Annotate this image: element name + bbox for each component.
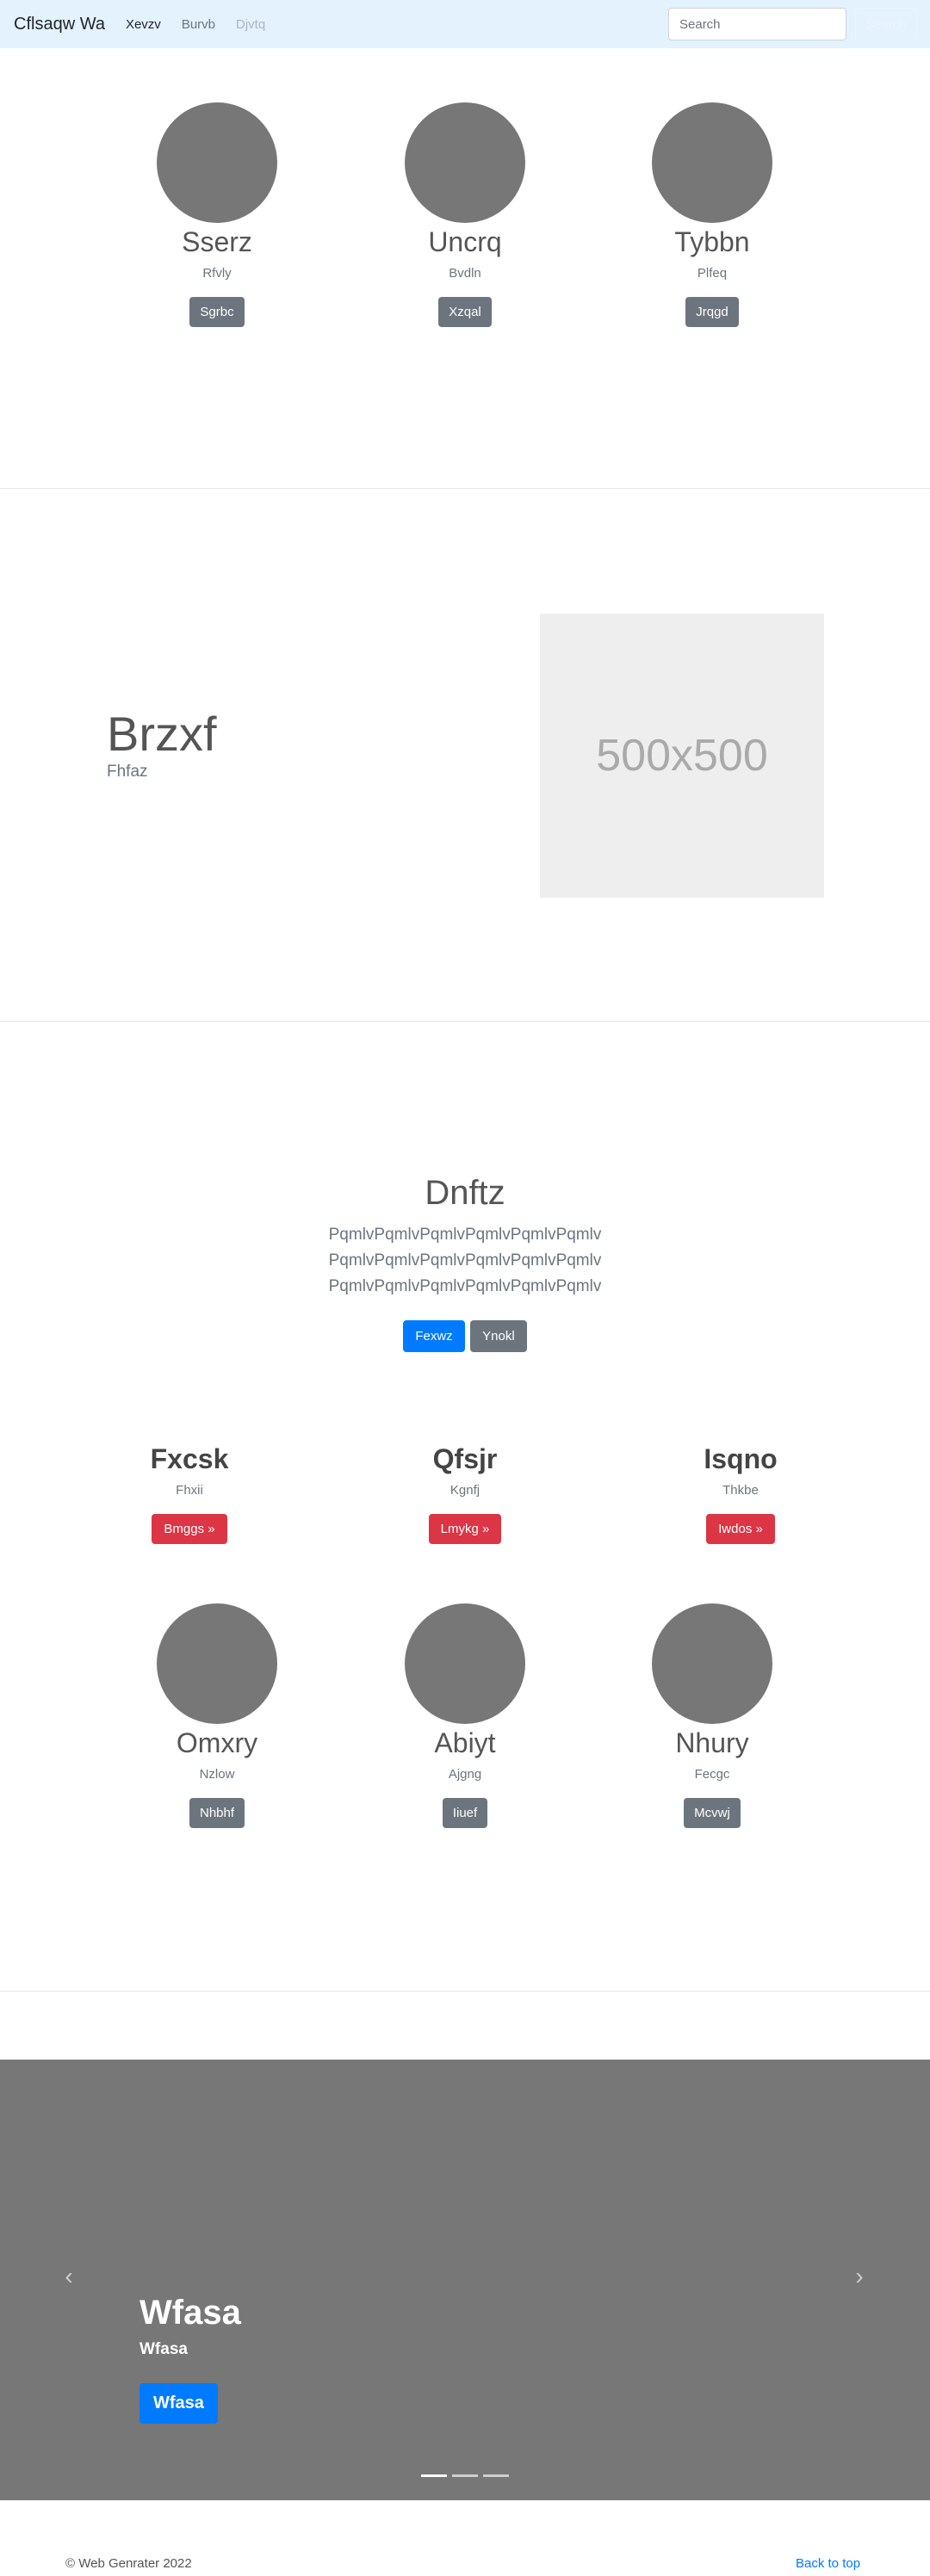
profile-button[interactable]: Iiuef bbox=[442, 1798, 488, 1828]
profile-card: Omxry Nzlow Nhbhf bbox=[105, 1603, 329, 1828]
profile-name: Abiyt bbox=[434, 1727, 496, 1758]
carousel-title: Wfasa bbox=[140, 2294, 241, 2332]
carousel-indicator[interactable] bbox=[452, 2474, 478, 2477]
avatar bbox=[157, 1603, 277, 1724]
brand[interactable]: Cflsaqw Wa bbox=[14, 15, 105, 34]
search-button[interactable]: Search bbox=[855, 8, 917, 40]
footer-copyright: © Web Genrater 2022 bbox=[65, 2556, 192, 2571]
jumbotron-line: PqmlvPqmlvPqmlvPqmlvPqmlvPqmlv bbox=[328, 1251, 602, 1269]
jumbotron-title: Dnftz bbox=[425, 1174, 505, 1212]
jumbotron-buttons: Fexwz Ynokl bbox=[0, 1320, 930, 1352]
profile-button[interactable]: Xzqal bbox=[438, 297, 492, 327]
section-divider bbox=[0, 1991, 930, 1992]
feature-card-button[interactable]: Lmykg » bbox=[428, 1514, 502, 1544]
feature-card-title: Fxcsk bbox=[150, 1443, 229, 1474]
profile-name: Nhury bbox=[675, 1727, 749, 1758]
feature-card-subtitle: Kgnfj bbox=[450, 1483, 480, 1498]
carousel: ‹ › Wfasa Wfasa Wfasa bbox=[0, 2060, 930, 2500]
profile-subtitle: Bvdln bbox=[449, 266, 481, 281]
section-divider bbox=[0, 1021, 930, 1022]
jumbotron-text: PqmlvPqmlvPqmlvPqmlvPqmlvPqmlv PqmlvPqml… bbox=[0, 1222, 930, 1300]
profile-subtitle: Rfvly bbox=[202, 266, 232, 281]
profile-card: Sserz Rfvly Sgrbc bbox=[105, 102, 329, 327]
profile-card: Abiyt Ajgng Iiuef bbox=[353, 1603, 577, 1828]
search-input[interactable] bbox=[668, 8, 846, 40]
avatar bbox=[157, 102, 277, 223]
avatar bbox=[405, 1603, 525, 1724]
placeholder-image: 500x500 bbox=[540, 614, 824, 898]
profile-button[interactable]: Nhbhf bbox=[189, 1798, 245, 1828]
secondary-button[interactable]: Ynokl bbox=[470, 1320, 527, 1352]
feature-card-title: Isqno bbox=[704, 1443, 778, 1474]
chevron-right-icon[interactable]: › bbox=[849, 2264, 870, 2289]
section-divider bbox=[0, 488, 930, 489]
feature-title: Brzxf bbox=[107, 707, 217, 761]
profile-name: Sserz bbox=[182, 226, 252, 257]
feature-card-button[interactable]: Iwdos » bbox=[706, 1514, 775, 1544]
profile-button[interactable]: Mcvwj bbox=[684, 1798, 741, 1828]
placeholder-label: 500x500 bbox=[596, 731, 768, 781]
nav-link-djvtq[interactable]: Djvtq bbox=[236, 17, 265, 32]
profile-card: Nhury Fecgc Mcvwj bbox=[600, 1603, 824, 1828]
profile-name: Tybbn bbox=[674, 226, 750, 257]
feature-card-title: Qfsjr bbox=[432, 1443, 498, 1474]
feature-card: Qfsjr Kgnfj Lmykg » bbox=[379, 1440, 551, 1544]
carousel-button[interactable]: Wfasa bbox=[140, 2383, 218, 2424]
jumbotron-line: PqmlvPqmlvPqmlvPqmlvPqmlvPqmlv bbox=[328, 1226, 602, 1244]
avatar bbox=[652, 1603, 772, 1724]
chevron-left-icon[interactable]: ‹ bbox=[59, 2264, 79, 2289]
profile-name: Omxry bbox=[176, 1727, 258, 1758]
profile-button[interactable]: Sgrbc bbox=[189, 297, 245, 327]
profile-subtitle: Plfeq bbox=[697, 266, 728, 281]
profile-card: Tybbn Plfeq Jrqgd bbox=[600, 102, 824, 327]
nav-link-burvb[interactable]: Burvb bbox=[182, 17, 215, 32]
feature-subtitle: Fhfaz bbox=[107, 763, 148, 781]
profile-subtitle: Fecgc bbox=[694, 1767, 730, 1782]
profile-name: Uncrq bbox=[428, 226, 502, 257]
avatar bbox=[405, 102, 525, 223]
feature-card-subtitle: Thkbe bbox=[722, 1483, 759, 1498]
feature-card-subtitle: Fhxii bbox=[176, 1483, 203, 1498]
back-to-top-link[interactable]: Back to top bbox=[796, 2556, 860, 2571]
profile-subtitle: Nzlow bbox=[199, 1767, 235, 1782]
carousel-subtitle: Wfasa bbox=[140, 2340, 188, 2358]
avatar bbox=[652, 102, 772, 223]
feature-card: Fxcsk Fhxii Bmggs » bbox=[103, 1440, 276, 1544]
feature-card-button[interactable]: Bmggs » bbox=[152, 1514, 227, 1544]
profile-subtitle: Ajgng bbox=[448, 1767, 482, 1782]
nav-link-xevzv[interactable]: Xevzv bbox=[126, 17, 161, 32]
primary-button[interactable]: Fexwz bbox=[403, 1320, 465, 1352]
profile-button[interactable]: Jrqgd bbox=[685, 297, 739, 327]
profile-card: Uncrq Bvdln Xzqal bbox=[353, 102, 577, 327]
carousel-indicator[interactable] bbox=[483, 2474, 509, 2477]
jumbotron-line: PqmlvPqmlvPqmlvPqmlvPqmlvPqmlv bbox=[328, 1277, 602, 1295]
feature-card: Isqno Thkbe Iwdos » bbox=[654, 1440, 827, 1544]
carousel-indicator[interactable] bbox=[421, 2474, 447, 2477]
